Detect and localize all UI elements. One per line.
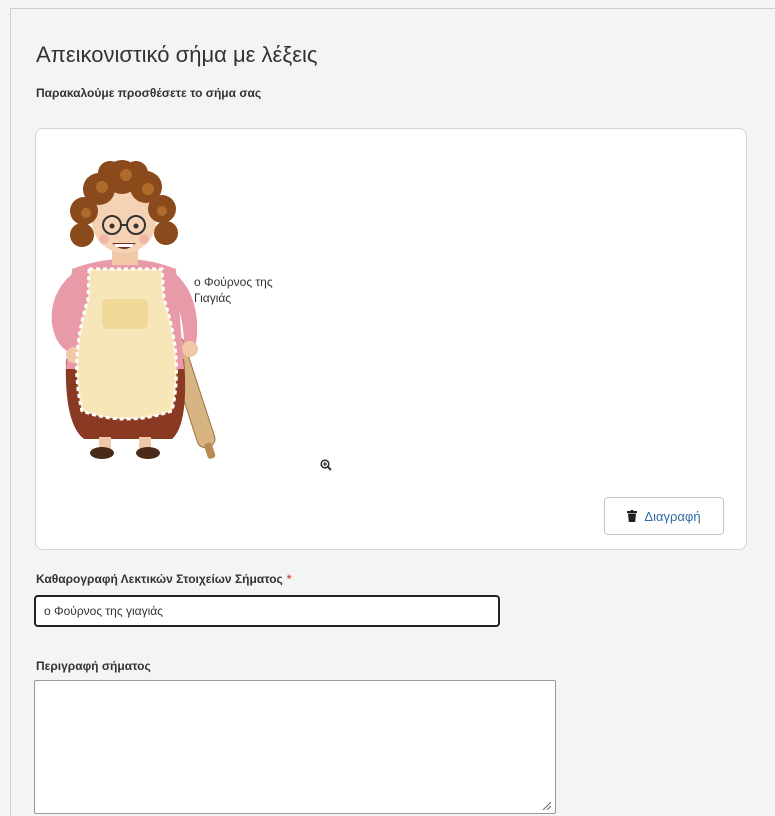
logo-image-text: ο Φούρνος της Γιαγιάς [194, 274, 273, 306]
transcription-input[interactable] [34, 595, 500, 627]
transcription-label-text: Καθαρογραφή Λεκτικών Στοιχείων Σήματος [36, 572, 283, 586]
grandma-logo-image [51, 160, 216, 459]
transcription-label: Καθαρογραφή Λεκτικών Στοιχείων Σήματος * [36, 572, 291, 586]
logo-text-line-1: ο Φούρνος της [194, 275, 273, 289]
zoom-in-icon[interactable] [320, 459, 332, 471]
section-subtitle: Παρακαλούμε προσθέσετε το σήμα σας [36, 86, 262, 100]
logo-preview-card: ο Φούρνος της Γιαγιάς Διαγραφή [35, 128, 747, 550]
required-marker: * [286, 572, 292, 586]
delete-button-label: Διαγραφή [644, 508, 701, 524]
section-title: Απεικονιστικό σήμα με λέξεις [36, 42, 318, 67]
trash-icon [627, 510, 638, 522]
description-textarea[interactable] [34, 680, 556, 814]
resize-handle-icon[interactable] [541, 800, 551, 810]
logo-text-line-2: Γιαγιάς [194, 291, 232, 305]
delete-button[interactable]: Διαγραφή [604, 497, 724, 535]
description-label: Περιγραφή σήματος [36, 659, 151, 673]
